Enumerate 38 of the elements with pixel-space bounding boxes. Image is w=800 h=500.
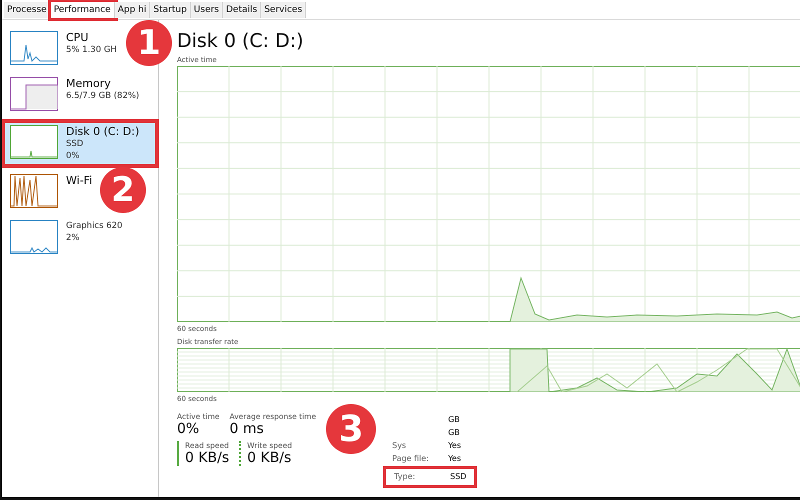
tab[interactable]: App hi xyxy=(114,2,150,18)
item-name: Wi-Fi xyxy=(66,174,92,187)
step-number-badge: 2 xyxy=(100,167,146,213)
sidebar-item[interactable]: CPU 5% 1.30 GH xyxy=(2,28,119,70)
step-number-badge: 3 xyxy=(326,404,376,454)
detail-value: SSD xyxy=(450,471,466,483)
tab[interactable]: Startup xyxy=(150,2,191,18)
item-name: Memory xyxy=(66,77,112,90)
detail-value: Yes xyxy=(448,440,462,452)
sidebar-item[interactable]: Graphics 620 2% xyxy=(2,217,124,259)
stat-value: 0 ms xyxy=(230,421,265,437)
detail-label: Sys xyxy=(392,441,406,450)
item-detail: Graphics 620 xyxy=(66,220,122,232)
item-name: Disk 0 (C: D:) xyxy=(66,125,140,138)
stat-value: 0 KB/s xyxy=(185,450,230,466)
item-detail: SSD xyxy=(66,138,84,150)
item-detail: 5% 1.30 GH xyxy=(66,44,117,56)
sidebar-item[interactable]: Disk 0 (C: D:) SSD 0% xyxy=(2,120,158,167)
tab[interactable]: Processe xyxy=(4,2,51,18)
tab[interactable]: Performance xyxy=(50,2,115,18)
detail-value: GB xyxy=(448,427,460,439)
stat-value: 0% xyxy=(177,421,200,437)
page-title: Disk 0 (C: D:) xyxy=(177,30,304,52)
sidebar-item[interactable]: Wi-Fi xyxy=(2,171,94,213)
detail-label: Page file: xyxy=(392,454,429,463)
tab[interactable]: Users xyxy=(190,2,223,18)
tab[interactable]: Details xyxy=(223,2,262,18)
detail-value: Yes xyxy=(448,453,462,465)
item-detail: 0% xyxy=(66,150,80,162)
step-number-badge: 1 xyxy=(126,20,172,66)
sidebar-item[interactable]: Memory 6.5/7.9 GB (82%) xyxy=(2,74,142,116)
detail-value: GB xyxy=(448,414,460,426)
stat-value: 0 KB/s xyxy=(247,450,292,466)
tab[interactable]: Services xyxy=(261,2,306,18)
detail-label: Type: xyxy=(394,472,416,481)
item-detail: 6.5/7.9 GB (82%) xyxy=(66,90,140,102)
item-detail: 2% xyxy=(66,232,80,244)
item-name: CPU xyxy=(66,31,90,44)
